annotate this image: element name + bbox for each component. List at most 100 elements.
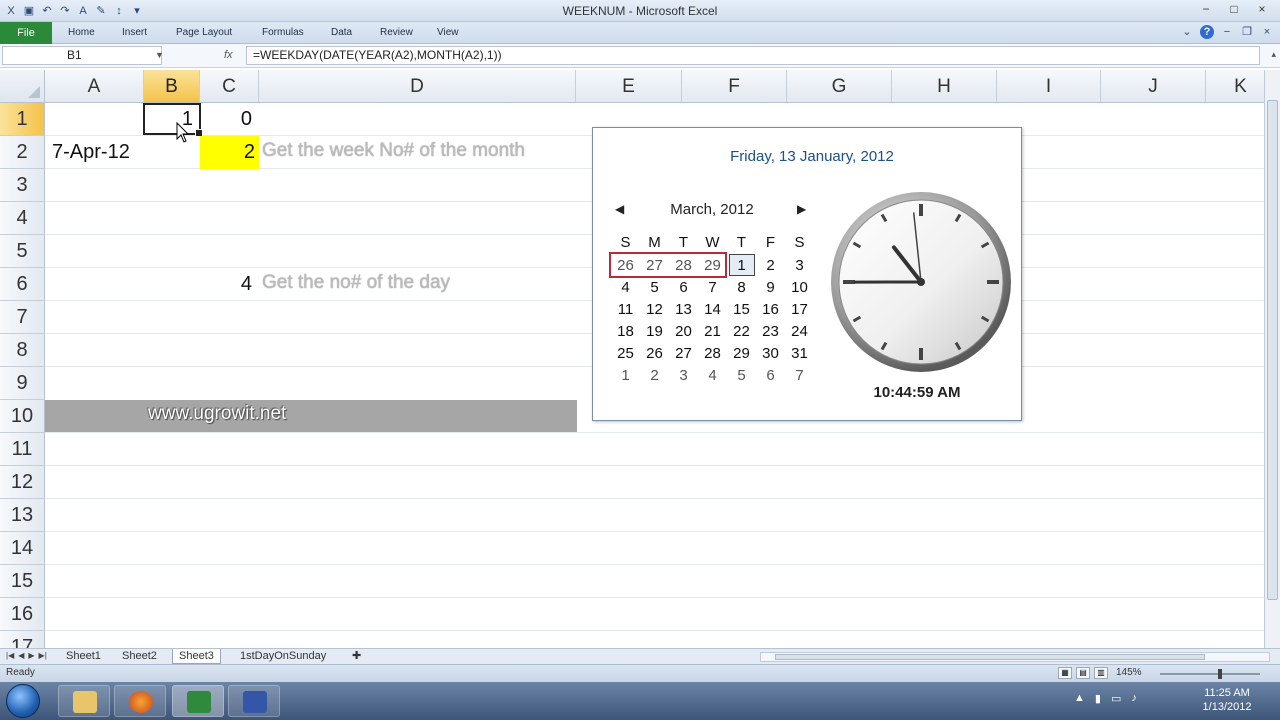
taskbar-explorer[interactable]: [58, 685, 110, 717]
calendar-day[interactable]: 29: [698, 257, 727, 274]
formula-input[interactable]: =WEEKDAY(DATE(YEAR(A2),MONTH(A2),1)): [246, 46, 1260, 65]
row-header-17[interactable]: 17: [0, 631, 45, 648]
sheet-tab-1stdayonsunday[interactable]: 1stDayOnSunday: [234, 649, 332, 664]
tab-review[interactable]: Review: [380, 27, 413, 38]
workbook-close-icon[interactable]: ×: [1260, 25, 1274, 39]
row-header-5[interactable]: 5: [0, 235, 45, 268]
row-header-3[interactable]: 3: [0, 169, 45, 202]
calendar-day[interactable]: 27: [669, 345, 698, 362]
calendar-day[interactable]: 4: [698, 367, 727, 384]
current-date-link[interactable]: Friday, 13 January, 2012: [593, 148, 1031, 165]
last-sheet-icon[interactable]: ▶|: [39, 651, 47, 660]
calendar-day[interactable]: 26: [611, 257, 640, 274]
calendar-day[interactable]: 21: [698, 323, 727, 340]
cell-c1[interactable]: 0: [200, 103, 256, 136]
tab-view[interactable]: View: [437, 27, 459, 38]
calendar-day[interactable]: 19: [640, 323, 669, 340]
calendar-day[interactable]: 22: [727, 323, 756, 340]
first-sheet-icon[interactable]: |◀: [6, 651, 14, 660]
row-header-9[interactable]: 9: [0, 367, 45, 400]
zoom-slider-thumb[interactable]: [1218, 669, 1222, 679]
calendar-day[interactable]: 14: [698, 301, 727, 318]
page-layout-view-icon[interactable]: ▤: [1076, 667, 1090, 679]
column-header-e[interactable]: E: [576, 70, 682, 103]
column-header-h[interactable]: H: [892, 70, 997, 103]
calendar-day[interactable]: 1: [727, 257, 756, 274]
calendar-day[interactable]: 20: [669, 323, 698, 340]
calendar-day[interactable]: 7: [698, 279, 727, 296]
calendar-day[interactable]: 1: [611, 367, 640, 384]
calendar-day[interactable]: 9: [756, 279, 785, 296]
calendar-day[interactable]: 18: [611, 323, 640, 340]
workbook-minimize-icon[interactable]: −: [1220, 25, 1234, 39]
calendar-day[interactable]: 16: [756, 301, 785, 318]
minimize-ribbon-icon[interactable]: ⌄: [1180, 25, 1194, 39]
calendar-day[interactable]: 23: [756, 323, 785, 340]
row-header-7[interactable]: 7: [0, 301, 45, 334]
row-header-2[interactable]: 2: [0, 136, 45, 169]
column-header-g[interactable]: G: [787, 70, 892, 103]
name-box-dropdown-icon[interactable]: ▼: [155, 50, 164, 60]
tab-page-layout[interactable]: Page Layout: [176, 27, 232, 38]
zoom-level[interactable]: 145%: [1116, 667, 1142, 678]
page-break-view-icon[interactable]: ▥: [1094, 667, 1108, 679]
column-header-b[interactable]: B: [144, 70, 200, 103]
cell-a2[interactable]: 7-Apr-12: [52, 136, 144, 169]
tab-insert[interactable]: Insert: [122, 27, 147, 38]
calendar-day[interactable]: 5: [727, 367, 756, 384]
name-box[interactable]: B1: [2, 46, 162, 65]
row-header-13[interactable]: 13: [0, 499, 45, 532]
calendar-day[interactable]: 26: [640, 345, 669, 362]
calendar-day[interactable]: 13: [669, 301, 698, 318]
previous-month-icon[interactable]: ◀: [615, 202, 624, 216]
network-icon[interactable]: ▮: [1095, 692, 1101, 705]
row-header-8[interactable]: 8: [0, 334, 45, 367]
calendar-day[interactable]: 8: [727, 279, 756, 296]
volume-icon[interactable]: ♪: [1131, 692, 1137, 705]
insert-sheet-icon[interactable]: ✚: [346, 649, 367, 664]
row-header-1[interactable]: 1: [0, 103, 45, 136]
show-hidden-icons-icon[interactable]: ▲: [1074, 692, 1085, 705]
prev-sheet-icon[interactable]: ◀: [18, 651, 24, 660]
calendar-day[interactable]: 24: [785, 323, 814, 340]
column-header-a[interactable]: A: [45, 70, 144, 103]
column-header-k[interactable]: K: [1206, 70, 1264, 103]
column-header-j[interactable]: J: [1101, 70, 1206, 103]
sheet-tab-sheet2[interactable]: Sheet2: [116, 649, 163, 664]
column-header-i[interactable]: I: [997, 70, 1101, 103]
help-icon[interactable]: ?: [1200, 25, 1214, 39]
column-header-c[interactable]: C: [200, 70, 259, 103]
calendar-day[interactable]: 17: [785, 301, 814, 318]
calendar-day[interactable]: 7: [785, 367, 814, 384]
select-all-button[interactable]: [0, 70, 45, 103]
column-header-d[interactable]: D: [259, 70, 576, 103]
start-button[interactable]: [6, 684, 40, 718]
close-button[interactable]: ×: [1248, 0, 1276, 18]
calendar-day[interactable]: 6: [669, 279, 698, 296]
tab-home[interactable]: Home: [68, 27, 95, 38]
tab-file[interactable]: File: [0, 22, 52, 44]
calendar-day[interactable]: 31: [785, 345, 814, 362]
calendar-day[interactable]: 28: [698, 345, 727, 362]
calendar-day[interactable]: 5: [640, 279, 669, 296]
calendar-day[interactable]: 27: [640, 257, 669, 274]
column-header-f[interactable]: F: [682, 70, 787, 103]
next-sheet-icon[interactable]: ▶: [28, 651, 34, 660]
tab-data[interactable]: Data: [331, 27, 352, 38]
minimize-button[interactable]: −: [1192, 0, 1220, 18]
workbook-restore-icon[interactable]: ❐: [1240, 25, 1254, 39]
calendar-day[interactable]: 6: [756, 367, 785, 384]
row-header-16[interactable]: 16: [0, 598, 45, 631]
calendar-day[interactable]: 10: [785, 279, 814, 296]
row-header-15[interactable]: 15: [0, 565, 45, 598]
calendar-day[interactable]: 12: [640, 301, 669, 318]
horizontal-scroll-thumb[interactable]: [775, 654, 1205, 660]
row-header-11[interactable]: 11: [0, 433, 45, 466]
cell-b1[interactable]: 1: [143, 103, 203, 137]
calendar-day[interactable]: 3: [669, 367, 698, 384]
monitor-icon[interactable]: ▭: [1111, 692, 1121, 705]
taskbar-clock[interactable]: 11:25 AM 1/13/2012: [1192, 686, 1262, 714]
row-header-6[interactable]: 6: [0, 268, 45, 301]
insert-function-icon[interactable]: fx: [224, 49, 233, 61]
calendar-day[interactable]: 15: [727, 301, 756, 318]
